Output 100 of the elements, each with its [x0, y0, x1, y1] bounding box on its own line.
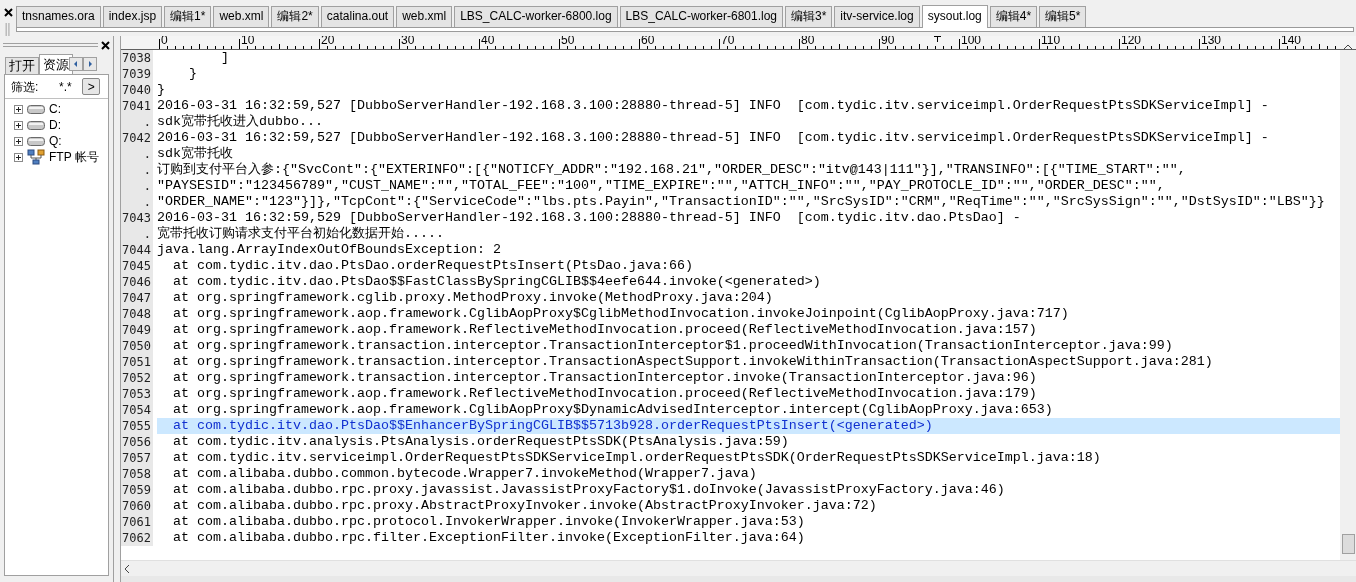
line-number: 7049	[121, 322, 153, 338]
file-tab[interactable]: 编辑5*	[1039, 6, 1087, 27]
ruler-label: 120	[1120, 36, 1143, 46]
code-line: 2016-03-31 16:32:59,529 [DubboServerHandler-192.168.3.100:28880-thread-5] INFO [com.tydic.itv.dao.PtsDao] -	[157, 210, 1022, 226]
line-number: .	[121, 226, 153, 242]
line-number: 7052	[121, 370, 153, 386]
expand-icon[interactable]	[14, 104, 23, 114]
line-number: 7048	[121, 306, 153, 322]
expand-icon[interactable]	[14, 152, 23, 162]
file-tab[interactable]: itv-service.log	[834, 6, 920, 27]
line-number: 7038	[121, 50, 153, 66]
line-number: .	[121, 114, 153, 130]
line-number: .	[121, 194, 153, 210]
ruler-label: 90	[880, 36, 896, 46]
line-number: 7043	[121, 210, 153, 226]
ruler-label: 110	[1040, 36, 1062, 46]
code-line: at com.alibaba.dubbo.rpc.proxy.javassist.JavassistProxyFactory$1.doInvoke(JavassistProxyFactory.java:46)	[172, 482, 1006, 498]
code-line: at org.springframework.aop.framework.CglibAopProxy$CglibMethodInvocation.invokeJoinpoint(CglibAopProxy.java:717)	[172, 306, 1070, 322]
file-tab[interactable]: tnsnames.ora	[16, 6, 101, 27]
file-tab[interactable]: web.xml	[396, 6, 453, 27]
code-line: at com.alibaba.dubbo.rpc.proxy.AbstractProxyInvoker.invoke(AbstractProxyInvoker.java:72)	[172, 498, 878, 514]
file-tab[interactable]: web.xml	[213, 6, 270, 27]
code-line: at com.alibaba.dubbo.rpc.filter.ExceptionFilter.invoke(ExceptionFilter.java:64)	[172, 530, 806, 546]
file-tab[interactable]: LBS_CALC-worker-6801.log	[619, 6, 783, 27]
line-number: 7044	[121, 242, 153, 258]
filter-label: 筛选:	[11, 78, 39, 96]
scrollbar-thumb[interactable]	[1341, 534, 1355, 554]
tree-item[interactable]: D:	[14, 117, 108, 133]
line-number: 7062	[121, 530, 153, 546]
line-number: 7042	[121, 130, 153, 146]
code-line: java.lang.ArrayIndexOutOfBoundsException: 2	[157, 242, 502, 258]
code-line: at com.tydic.itv.dao.PtsDao.orderRequestPtsInsert(PtsDao.java:66)	[172, 258, 694, 274]
ruler-label: 40	[480, 36, 496, 46]
file-tab[interactable]: index.jsp	[102, 6, 163, 27]
drive-icon	[27, 120, 45, 130]
line-number: 7056	[121, 434, 153, 450]
line-number: 7039	[121, 66, 153, 82]
ruler-label: 70	[720, 36, 736, 46]
code-line: sdk宽带托收进入dubbo...	[157, 114, 324, 130]
line-number: 7061	[121, 514, 153, 530]
ruler-label: 20	[320, 36, 336, 46]
ruler-label: 80	[800, 36, 816, 46]
line-number: 7060	[121, 498, 153, 514]
code-line: 2016-03-31 16:32:59,527 [DubboServerHandler-192.168.3.100:28880-thread-5] INFO [com.tydic.itv.serviceimpl.OrderRequestPtsSDKServiceImpl] -	[157, 98, 1270, 114]
code-line: }	[188, 66, 198, 82]
file-tab[interactable]: sysout.log	[921, 5, 988, 28]
close-icon[interactable]	[3, 8, 13, 17]
line-number: 7045	[121, 258, 153, 274]
panel-tab[interactable]: 资源	[39, 54, 73, 74]
scroll-up-icon[interactable]	[1344, 44, 1352, 49]
line-number: 7055	[121, 418, 153, 434]
code-line: ]	[220, 50, 230, 66]
ruler-label: 130	[1200, 36, 1223, 46]
code-line: 宽带托收订购请求支付平台初始化数据开始.....	[157, 226, 445, 242]
file-tab[interactable]: 编辑4*	[989, 6, 1038, 27]
panel-tab[interactable]: 打开	[5, 57, 39, 74]
cursor-marker-icon	[934, 36, 941, 42]
code-line: "ORDER_NAME":"123"}]},"TcpCont":{"ServiceCode":"lbs.pts.Payin","TransactionID":"","SrcSysID":"CRM","ReqTime":"","SrcSysSign":"","DstSysID":"LBS"}}	[157, 194, 1326, 210]
tree-item[interactable]: C:	[14, 101, 108, 117]
code-line: at org.springframework.cglib.proxy.MethodProxy.invoke(MethodProxy.java:204)	[172, 290, 774, 306]
code-line: sdk宽带托收	[157, 146, 234, 162]
line-number: .	[121, 162, 153, 178]
line-number: 7046	[121, 274, 153, 290]
code-line: at com.tydic.itv.dao.PtsDao$$FastClassBySpringCGLIB$$4eefe644.invoke(<generated>)	[172, 274, 822, 290]
code-line: at org.springframework.transaction.interceptor.TransactionInterceptor.invoke(TransactionInterceptor.java:96)	[172, 370, 1038, 386]
scroll-left-icon[interactable]	[124, 564, 129, 573]
line-number: 7054	[121, 402, 153, 418]
line-number: 7040	[121, 82, 153, 98]
tree-item[interactable]: FTP 帐号	[14, 149, 108, 165]
line-number: 7050	[121, 338, 153, 354]
grip-icon[interactable]	[5, 23, 11, 36]
line-number: 7047	[121, 290, 153, 306]
expand-icon[interactable]	[14, 136, 23, 146]
line-number: 7053	[121, 386, 153, 402]
code-line: at com.alibaba.dubbo.rpc.protocol.InvokerWrapper.invoke(InvokerWrapper.java:53)	[172, 514, 806, 530]
file-tab[interactable]: LBS_CALC-worker-6800.log	[454, 6, 618, 27]
code-line: 订购到支付平台入参:{"SvcCont":{"EXTERINFO":[{"NOTICFY_ADDR":"192.168.21","ORDER_DESC":"itv@143|111"}],"TRANSINFO":[{"TIME_START":"",	[157, 162, 1187, 178]
close-panel-icon[interactable]	[101, 40, 110, 50]
code-line: at org.springframework.aop.framework.ReflectiveMethodInvocation.proceed(ReflectiveMethodInvocation.java:179)	[172, 386, 1038, 402]
line-number: 7057	[121, 450, 153, 466]
line-number: 7059	[121, 482, 153, 498]
ruler-label: 60	[640, 36, 656, 46]
code-line: at com.tydic.itv.analysis.PtsAnalysis.orderRequestPtsSDK(PtsAnalysis.java:59)	[172, 434, 790, 450]
ruler-label: 140	[1280, 36, 1303, 46]
file-tab[interactable]: catalina.out	[320, 6, 395, 27]
file-tab[interactable]: 编辑3*	[785, 6, 833, 27]
code-line: at org.springframework.aop.framework.CglibAopProxy$DynamicAdvisedInterceptor.intercept(CglibAopProxy.java:653)	[172, 402, 1054, 418]
expand-icon[interactable]	[14, 120, 23, 130]
file-tab[interactable]: 编辑1*	[164, 6, 212, 27]
ruler-label: 50	[560, 36, 576, 46]
tree-item[interactable]: Q:	[14, 133, 108, 149]
line-number: 7058	[121, 466, 153, 482]
code-line: at org.springframework.transaction.interceptor.TransactionInterceptor$1.proceedWithInvocation(TransactionInterceptor.java:99)	[172, 338, 1174, 354]
file-tab[interactable]: 编辑2*	[271, 6, 319, 27]
ruler-label: 0	[160, 36, 169, 46]
code-line: at com.alibaba.dubbo.common.bytecode.Wrapper7.invokeMethod(Wrapper7.java)	[172, 466, 758, 482]
line-number: 7051	[121, 354, 153, 370]
ruler-label: 10	[240, 36, 256, 46]
apply-filter-button[interactable]: >	[82, 78, 101, 95]
code-line: }	[157, 82, 166, 98]
